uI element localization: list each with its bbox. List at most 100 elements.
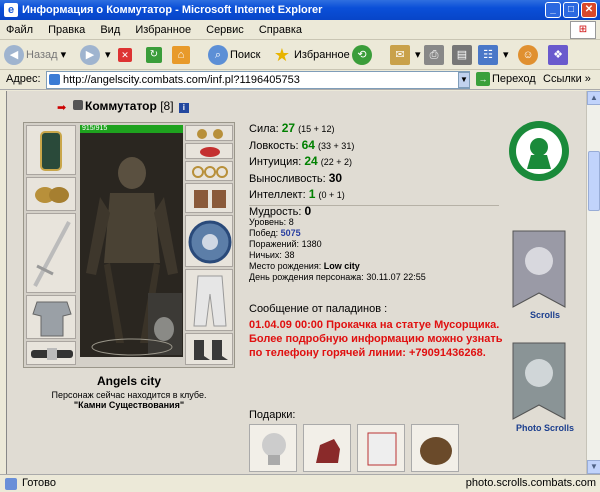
- search-icon: ⌕: [208, 45, 228, 66]
- discuss-icon: ☷: [478, 45, 498, 66]
- history-icon: ⟲: [352, 45, 372, 66]
- shield-icon: [188, 220, 232, 264]
- info-row: Ничьих: 38: [249, 250, 295, 260]
- gift-item[interactable]: [303, 424, 351, 472]
- gloves-icon: [35, 187, 69, 203]
- links-button[interactable]: Ссылки »: [543, 73, 591, 85]
- menu-file[interactable]: Файл: [0, 20, 39, 40]
- helmet-slot[interactable]: [26, 125, 76, 175]
- address-input[interactable]: [46, 71, 470, 89]
- location-place: "Камни Существования": [73, 400, 185, 410]
- bracers-slot[interactable]: [185, 183, 233, 213]
- photo-scrolls-link[interactable]: Photo Scrolls: [503, 423, 586, 433]
- status-text: Готово: [22, 477, 56, 489]
- bracers-icon: [194, 190, 226, 208]
- status-url: photo.scrolls.combats.com: [465, 477, 596, 489]
- gift-item[interactable]: [357, 424, 405, 472]
- stop-button[interactable]: ✕: [118, 44, 134, 66]
- rings-slot[interactable]: [185, 161, 233, 181]
- ornament-decoration: [84, 335, 180, 359]
- mail-button[interactable]: ✉ ▾: [390, 44, 421, 66]
- equipment-panel: 915/915: [23, 122, 235, 368]
- star-icon: ★: [273, 45, 291, 66]
- menu-edit[interactable]: Правка: [42, 20, 91, 40]
- boots-slot[interactable]: [185, 333, 233, 365]
- gift-item[interactable]: [411, 424, 459, 472]
- leggings-icon: [193, 275, 227, 327]
- paladin-message: 01.04.09 00:00 Прокачка на статуе Мусорщ…: [249, 319, 503, 359]
- vertical-scrollbar[interactable]: ▲ ▼: [586, 91, 600, 474]
- favorites-button[interactable]: ★ Избранное: [272, 44, 350, 66]
- skull-gift-icon: [262, 433, 286, 465]
- menu-tools[interactable]: Сервис: [200, 20, 250, 40]
- sword-icon: [33, 221, 71, 287]
- warrior-figure-icon: [80, 133, 183, 357]
- amulet-slot[interactable]: [185, 143, 233, 159]
- scroll-thumb[interactable]: [588, 151, 600, 211]
- address-dropdown-button[interactable]: ▼: [458, 72, 470, 88]
- armor-icon: [32, 301, 72, 337]
- print-button[interactable]: ⎙: [424, 44, 446, 66]
- scroll-down-button[interactable]: ▼: [587, 460, 600, 474]
- title-bar: e Информация о Коммутатор - Microsoft In…: [0, 0, 600, 20]
- city-name: Angels city: [96, 374, 162, 388]
- menu-favorites[interactable]: Избранное: [129, 20, 197, 40]
- rings-icon: [192, 166, 228, 178]
- forward-arrow-icon: ▶: [80, 45, 100, 66]
- info-icon[interactable]: i: [178, 103, 189, 113]
- status-bar: Готово photo.scrolls.combats.com: [0, 474, 600, 492]
- discuss-button[interactable]: ☷ ▾: [478, 44, 509, 66]
- stop-icon: ✕: [118, 48, 132, 63]
- edit-button[interactable]: ▤: [452, 44, 474, 66]
- menu-bar: Файл Правка Вид Избранное Сервис Справка: [0, 20, 600, 40]
- forward-button[interactable]: ▶ ▾: [80, 44, 111, 66]
- earrings-icon: [197, 129, 223, 139]
- character-avatar: [80, 133, 183, 357]
- clan-emblem[interactable]: [507, 119, 571, 183]
- home-button[interactable]: ⌂: [172, 44, 192, 66]
- armor-slot[interactable]: [26, 295, 76, 339]
- scrolls-link[interactable]: Scrolls: [503, 310, 586, 320]
- ornament-icon: [91, 338, 173, 356]
- messenger-icon: ☺: [518, 45, 538, 66]
- minimize-button[interactable]: _: [545, 2, 561, 18]
- belt-icon: [31, 348, 73, 360]
- shield-slot[interactable]: [185, 215, 233, 267]
- menu-view[interactable]: Вид: [94, 20, 126, 40]
- go-arrow-icon: →: [476, 72, 490, 86]
- go-button[interactable]: → Переход: [476, 72, 536, 86]
- clan-emblem-icon: [509, 121, 569, 181]
- scrolls-banner-icon: [512, 230, 566, 308]
- gloves-slot[interactable]: [26, 177, 76, 211]
- scroll-up-button[interactable]: ▲: [587, 91, 600, 105]
- address-label: Адрес:: [6, 73, 41, 85]
- stat-row: Интеллект: 1 (0 + 1): [249, 187, 345, 201]
- research-button[interactable]: ❖: [548, 44, 570, 66]
- page-content: ➡ Коммутатор [8] i 915/915 Angels city П…: [6, 91, 586, 474]
- earrings-slot[interactable]: [185, 125, 233, 141]
- history-button[interactable]: ⟲: [352, 44, 374, 66]
- back-button[interactable]: ◀ Назад ▾: [4, 44, 66, 66]
- windows-logo-icon: ⊞: [570, 21, 596, 39]
- address-bar: Адрес: ▼ →Переход Ссылки »: [0, 70, 600, 90]
- belt-slot[interactable]: [26, 341, 76, 365]
- stat-row: Ловкость: 64 (33 + 31): [249, 137, 355, 152]
- leggings-slot[interactable]: [185, 269, 233, 331]
- clan-icon: [73, 100, 83, 110]
- menu-help[interactable]: Справка: [253, 20, 308, 40]
- weapon-slot[interactable]: [26, 213, 76, 293]
- search-button[interactable]: ⌕ Поиск: [208, 44, 260, 66]
- close-button[interactable]: ✕: [581, 2, 597, 18]
- messenger-button[interactable]: ☺: [518, 44, 540, 66]
- info-row: День рождения персонажа: 30.11.07 22:55: [249, 272, 426, 282]
- gift-item[interactable]: [249, 424, 297, 472]
- photo-banner[interactable]: [507, 339, 571, 421]
- refresh-button[interactable]: ↻: [146, 44, 164, 66]
- paladin-header: Сообщение от паладинов :: [249, 303, 388, 315]
- edit-icon: ▤: [452, 45, 472, 66]
- ie-icon: e: [4, 3, 18, 17]
- scrolls-banner[interactable]: [507, 227, 571, 309]
- toolbar: ◀ Назад ▾ ▶ ▾ ✕ ↻ ⌂ ⌕ Поиск ★ Избранное ⟲ ✉…: [0, 40, 600, 70]
- character-header: Коммутатор [8] i: [73, 99, 189, 113]
- maximize-button[interactable]: □: [563, 2, 579, 18]
